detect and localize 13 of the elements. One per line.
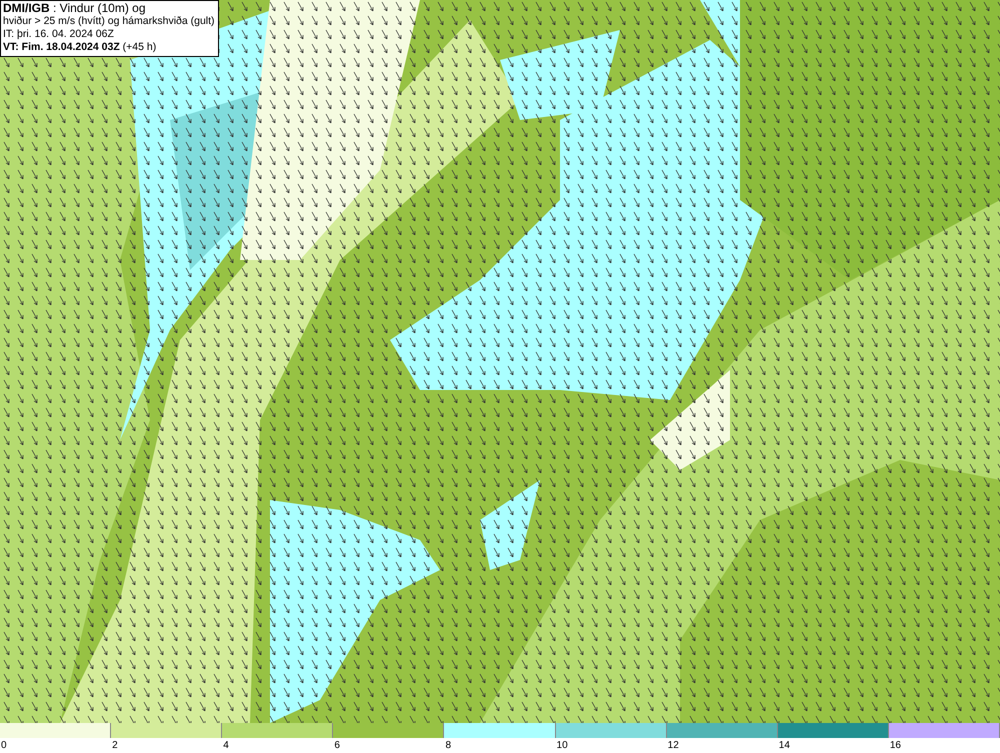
title-line: hviður > 25 m/s (hvítt) og hámarkshviða (gult): [3, 15, 215, 28]
tick-label: 4: [222, 739, 229, 753]
title-line: VT: Fim. 18.04.2024 03Z (+45 h): [3, 41, 158, 54]
tick-label: 2: [111, 739, 118, 753]
tick-label: 16: [888, 739, 901, 753]
tick-label: 0: [0, 739, 7, 753]
tick-label: 14: [778, 739, 790, 753]
title-line: IT: þri. 16. 04. 2024 06Z: [3, 28, 115, 41]
tick-label: 8: [444, 739, 451, 753]
tick-label: 10: [556, 739, 568, 753]
title-line: DMI/IGB : Vindur (10m) og: [3, 2, 146, 15]
tick-label: 12: [666, 739, 679, 753]
tick-label: 6: [333, 739, 340, 753]
